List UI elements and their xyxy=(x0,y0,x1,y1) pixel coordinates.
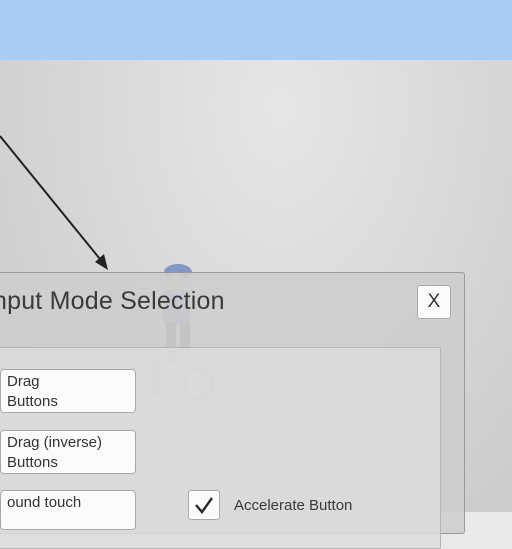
checkmark-icon xyxy=(195,497,213,514)
mode-button-drag-inverse[interactable]: Drag (inverse) Buttons xyxy=(0,430,136,474)
sky-background xyxy=(0,0,512,60)
mode-button-label: ound touch xyxy=(7,494,82,511)
mode-button-label: Drag xyxy=(7,373,40,390)
arrow-pointer-icon xyxy=(0,135,108,270)
mode-button-label: Buttons xyxy=(7,454,58,471)
mode-button-label: Buttons xyxy=(7,393,58,410)
accelerate-checkbox[interactable] xyxy=(188,490,220,520)
mode-button-label: Drag (inverse) xyxy=(7,434,103,451)
close-button[interactable]: X xyxy=(417,285,451,319)
accelerate-option[interactable]: Accelerate Button xyxy=(188,490,352,520)
dialog-title: nput Mode Selection xyxy=(0,287,225,315)
accelerate-label: Accelerate Button xyxy=(234,496,353,514)
mode-button-round-touch[interactable]: ound touch xyxy=(0,490,136,530)
mode-button-drag[interactable]: Drag Buttons xyxy=(0,369,136,413)
